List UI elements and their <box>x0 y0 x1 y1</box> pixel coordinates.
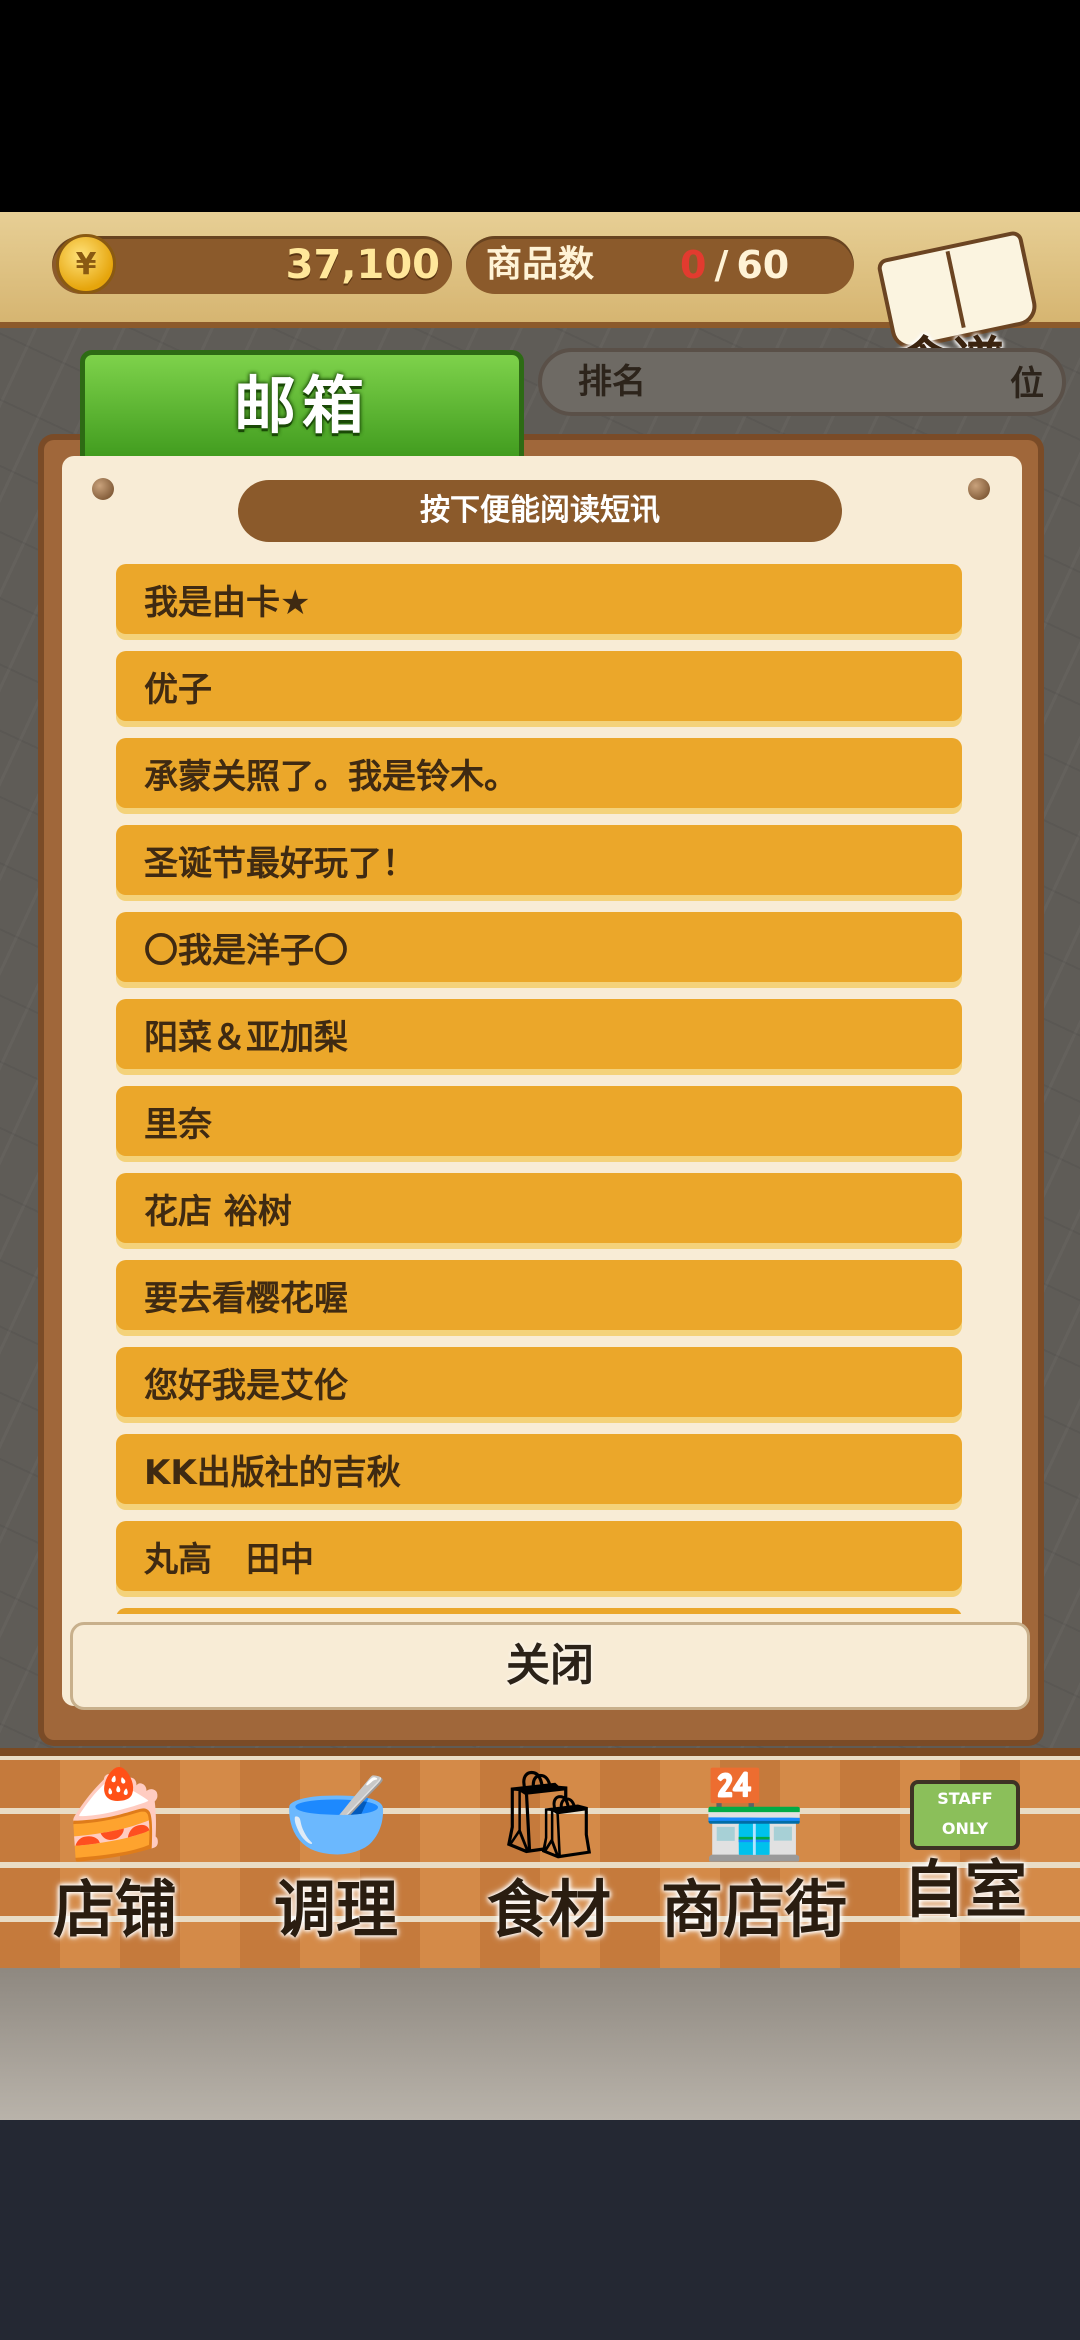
goods-current: 0 <box>680 243 707 287</box>
message-item[interactable]: 花店 裕树 <box>116 1173 962 1243</box>
pin-icon <box>92 478 114 500</box>
mixing-bowl-icon: 🥣 <box>282 1765 390 1865</box>
message-item[interactable]: 我是由卡★ <box>116 564 962 634</box>
mailbox-instruction: 按下便能阅读短讯 <box>238 480 842 542</box>
coin-icon: ¥ <box>56 234 116 294</box>
system-nav-area <box>0 2120 1080 2340</box>
nav-cooking[interactable]: 🥣 调理 <box>236 1760 436 1960</box>
goods-max: 60 <box>736 243 790 287</box>
nav-my-room[interactable]: STAFF ONLY 自室 <box>880 1760 1050 1960</box>
message-item-partial[interactable] <box>116 1608 962 1614</box>
nav-shopping-street[interactable]: 🏪 商店街 <box>644 1760 864 1960</box>
nav-label: 店铺 <box>52 1873 177 1946</box>
nav-label: 自室 <box>902 1853 1027 1926</box>
message-item[interactable]: 您好我是艾伦 <box>116 1347 962 1417</box>
rank-unit: 位 <box>1010 364 1044 404</box>
pin-icon <box>968 478 990 500</box>
coin-value: 37,100 <box>285 242 440 288</box>
mailbox-title: 邮箱 <box>233 369 370 442</box>
message-item[interactable]: 优子 <box>116 651 962 721</box>
message-item[interactable]: 里奈 <box>116 1086 962 1156</box>
goods-label: 商品数 <box>486 244 595 285</box>
goods-separator: / <box>714 243 729 287</box>
shop-street-icon: 🏪 <box>700 1765 808 1865</box>
cake-icon: 🍰 <box>61 1765 169 1865</box>
message-item[interactable]: 阳菜＆亚加梨 <box>116 999 962 1069</box>
goods-count: 0/60 <box>680 236 789 294</box>
staff-only-sign-icon: STAFF ONLY <box>910 1780 1020 1850</box>
nav-shop[interactable]: 🍰 店铺 <box>30 1760 200 1960</box>
nav-label: 食材 <box>486 1873 611 1946</box>
rank-label: 排名 <box>578 362 646 402</box>
message-item[interactable]: KK出版社的吉秋 <box>116 1434 962 1504</box>
flour-sack-icon: 🛍 <box>494 1765 604 1865</box>
nav-label: 调理 <box>273 1873 398 1946</box>
nav-ingredients[interactable]: 🛍 食材 <box>464 1760 634 1960</box>
message-item[interactable]: 要去看樱花喔 <box>116 1260 962 1330</box>
message-item[interactable]: 圣诞节最好玩了！ <box>116 825 962 895</box>
floor <box>0 1968 1080 2120</box>
message-item[interactable]: 〇我是洋子〇 <box>116 912 962 982</box>
top-black-area <box>0 0 1080 212</box>
close-label: 关闭 <box>506 1640 594 1691</box>
nav-label: 商店街 <box>660 1873 847 1946</box>
message-list[interactable]: 我是由卡★ 优子 承蒙关照了。我是铃木。 圣诞节最好玩了！ 〇我是洋子〇 阳菜＆… <box>116 564 962 1614</box>
message-item[interactable]: 丸高 田中 <box>116 1521 962 1591</box>
message-item[interactable]: 承蒙关照了。我是铃木。 <box>116 738 962 808</box>
